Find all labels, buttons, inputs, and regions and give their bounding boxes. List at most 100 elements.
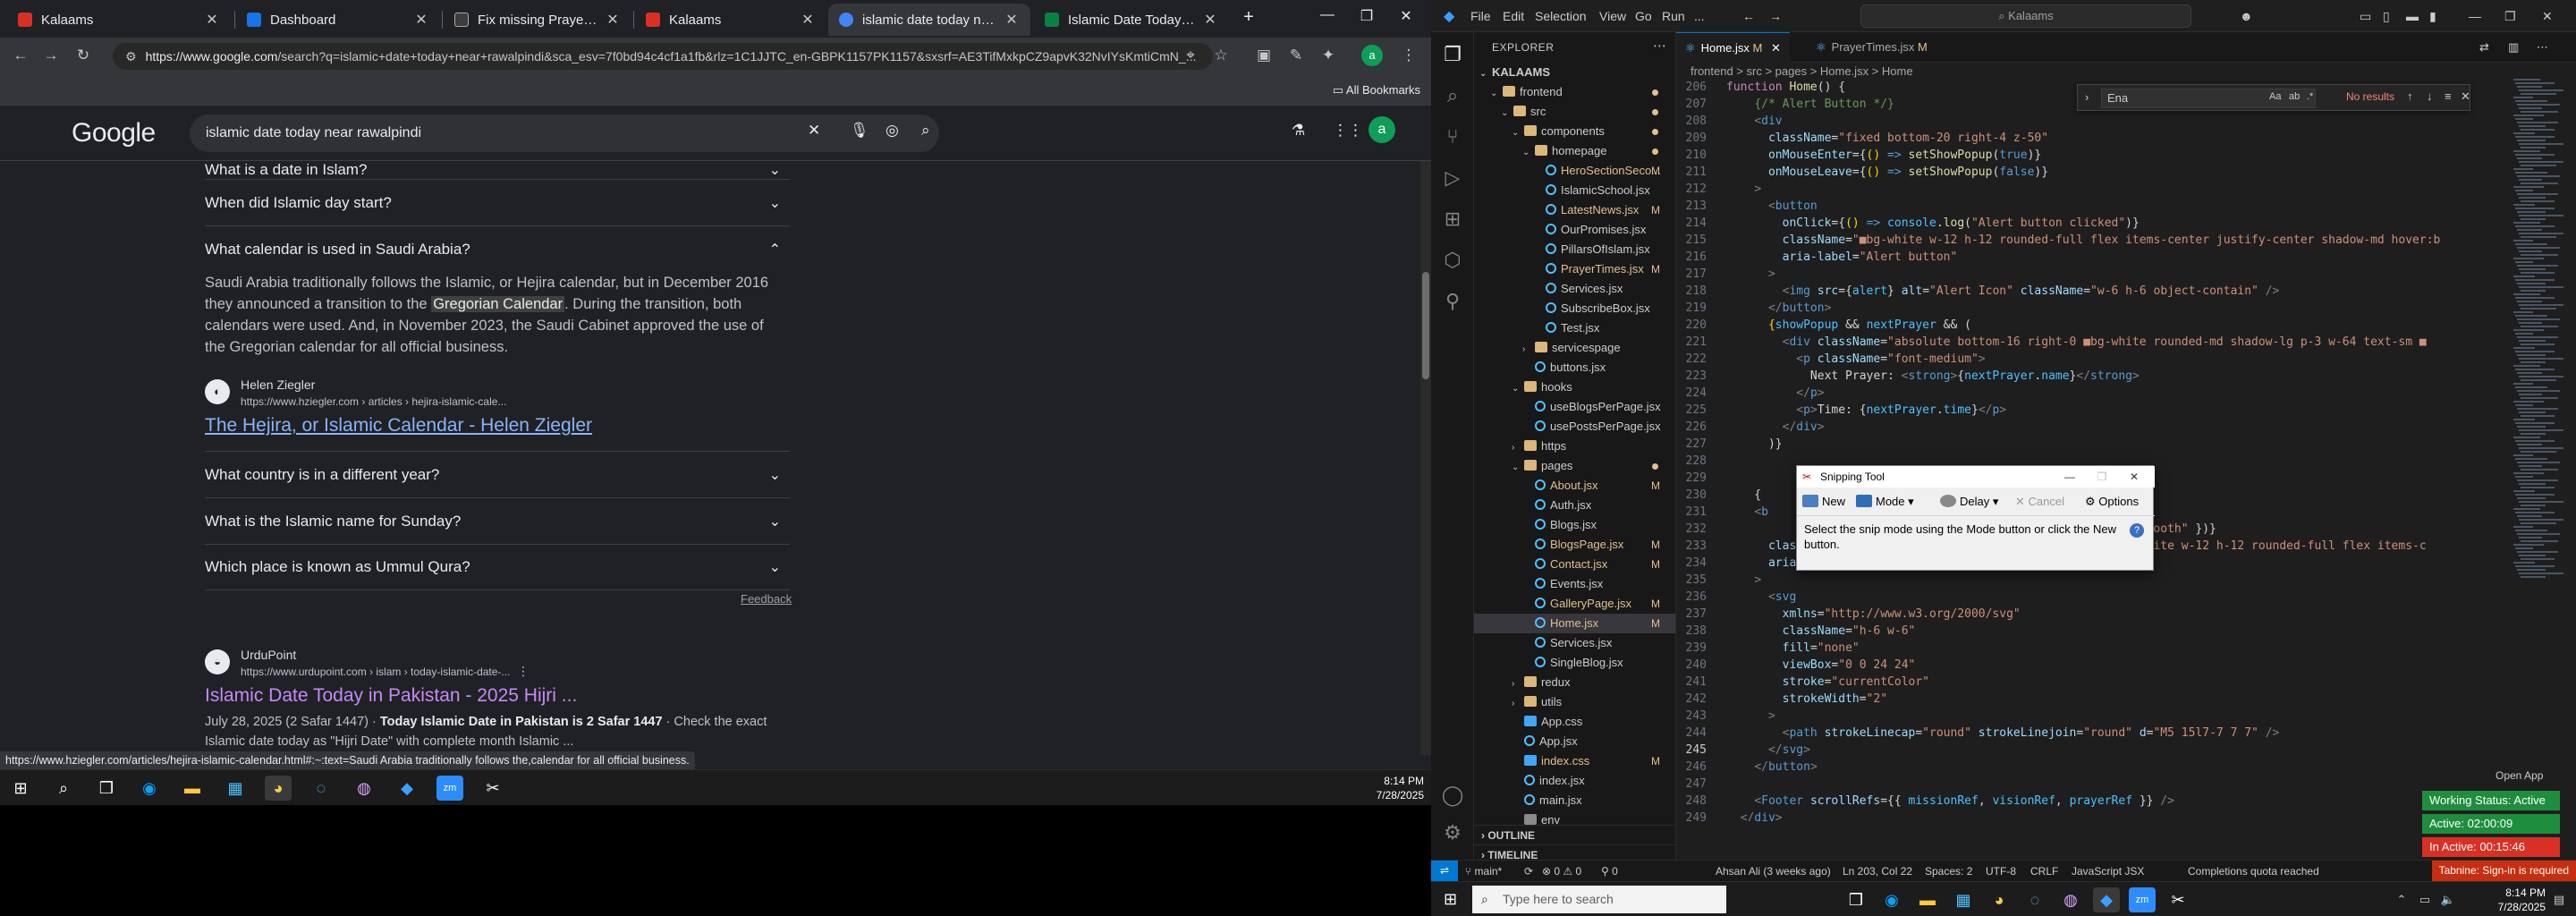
snipping-icon[interactable]: ✂ <box>2165 887 2191 912</box>
menu-file[interactable]: File <box>1470 9 1491 23</box>
account-icon[interactable]: ◯ <box>1441 784 1464 807</box>
app-icon[interactable]: ◌ <box>2021 887 2048 912</box>
tree-file[interactable]: OurPromises.jsx <box>1474 220 1675 240</box>
location-icon[interactable]: ⌖ <box>1179 47 1202 64</box>
clock[interactable]: 8:14 PM 7/28/2025 <box>1377 774 1424 802</box>
close-icon[interactable]: ✕ <box>2121 466 2148 488</box>
tree-file[interactable]: Home.jsx M <box>1474 614 1675 633</box>
edge-icon[interactable]: ◉ <box>136 776 163 801</box>
maximize-icon[interactable]: ❐ <box>2504 9 2516 24</box>
tree-folder[interactable]: ⌄ KALAAMS <box>1474 63 1675 82</box>
source-link[interactable]: The Hejira, or Islamic Calendar - Helen … <box>205 415 592 437</box>
all-bookmarks-button[interactable]: ▭ All Bookmarks <box>1333 83 1420 98</box>
more-actions-icon[interactable]: ⋯ <box>2528 32 2557 63</box>
tree-file[interactable]: PrayerTimes.jsx M <box>1474 259 1675 279</box>
tree-folder[interactable]: › redux <box>1474 673 1675 692</box>
close-window-icon[interactable]: ✕ <box>2542 9 2553 24</box>
mode-button[interactable]: Mode ▾ <box>1856 495 1914 509</box>
close-tab-icon[interactable]: ✕ <box>413 11 429 29</box>
encoding[interactable]: UTF-8 <box>1986 865 2016 878</box>
nav-forward-icon[interactable]: → <box>1769 9 1782 23</box>
back-icon[interactable]: ← <box>9 47 32 64</box>
toggle-sidebar-icon[interactable]: ▯ <box>2383 9 2390 24</box>
tree-folder[interactable]: ⌄ hooks <box>1474 377 1675 397</box>
toggle-panel-icon[interactable]: ▬ <box>2406 9 2419 23</box>
open-app-link[interactable]: Open App <box>2496 769 2543 782</box>
more-options-icon[interactable]: ⋮ <box>517 664 530 679</box>
tree-file[interactable]: useBlogsPerPage.jsx <box>1474 397 1675 417</box>
vscode-icon[interactable]: ◆ <box>2093 887 2120 912</box>
tree-file[interactable]: IslamicSchool.jsx <box>1474 181 1675 200</box>
tree-folder[interactable]: ⌄ homepage <box>1474 141 1675 161</box>
result-title-link[interactable]: Islamic Date Today in Pakistan - 2025 Hi… <box>205 685 577 707</box>
copilot-status[interactable]: Completions quota reached <box>2188 865 2319 878</box>
tab-dashboard[interactable]: Dashboard ✕ <box>236 4 440 36</box>
outline-section[interactable]: › OUTLINE <box>1474 825 1675 844</box>
tree-folder[interactable]: › https <box>1474 437 1675 456</box>
extensions-icon[interactable]: ⊞ <box>1441 208 1464 231</box>
testing-icon[interactable]: ⚲ <box>1441 290 1464 313</box>
tab-home-jsx[interactable]: ⚛ Home.jsx M ✕ <box>1676 32 1790 63</box>
tree-file[interactable]: HeroSectionSeco... M <box>1474 161 1675 181</box>
find-input[interactable]: Ena <box>2101 89 2316 108</box>
minimize-icon[interactable]: — <box>2469 9 2481 23</box>
tree-file[interactable]: LatestNews.jsx M <box>1474 200 1675 220</box>
tree-file[interactable]: Services.jsx <box>1474 279 1675 299</box>
chrome-icon[interactable]: ◕ <box>265 776 292 801</box>
site-info-icon[interactable]: ⚙ <box>125 49 137 64</box>
cursor-position[interactable]: Ln 203, Col 22 <box>1843 865 1912 878</box>
search-icon[interactable]: ⌕ <box>921 122 930 140</box>
close-tab-icon[interactable]: ✕ <box>1004 11 1020 29</box>
remote-icon[interactable]: ⬡ <box>1441 249 1464 272</box>
close-tab-icon[interactable]: ✕ <box>1202 11 1218 29</box>
tree-file[interactable]: buttons.jsx <box>1474 358 1675 377</box>
pen-icon[interactable]: ✎ <box>1284 47 1308 64</box>
command-center[interactable]: ⌕ Kalaams <box>1860 4 2191 28</box>
tree-file[interactable]: Auth.jsx <box>1474 496 1675 515</box>
file-explorer-icon[interactable]: ▬ <box>179 776 206 801</box>
scrollbar-thumb[interactable] <box>1422 272 1429 379</box>
task-view-icon[interactable]: ❒ <box>93 776 120 801</box>
close-tab-icon[interactable]: ✕ <box>800 11 816 29</box>
tree-folder[interactable]: ⌄ pages <box>1474 456 1675 476</box>
tree-folder[interactable]: ⌄ components <box>1474 122 1675 141</box>
lens-icon[interactable]: ◎ <box>886 122 899 140</box>
tree-file[interactable]: SingleBlog.jsx <box>1474 653 1675 673</box>
tree-folder[interactable]: ⌄ frontend <box>1474 82 1675 102</box>
zoom-icon[interactable]: zm <box>436 776 463 801</box>
menu-view[interactable]: View <box>1599 9 1626 23</box>
git-blame[interactable]: Ahsan Ali (3 weeks ago) <box>1716 865 1831 878</box>
bookmark-star-icon[interactable]: ☆ <box>1209 47 1233 64</box>
tab-islamic-date[interactable]: Islamic Date Today - Hijri Da✕ <box>1034 4 1229 36</box>
compare-icon[interactable]: ⇄ <box>2470 32 2498 63</box>
code-editor[interactable]: 206 function Home() {207 {/* Alert Button… <box>1676 79 2576 821</box>
forward-icon[interactable]: → <box>39 47 63 64</box>
taskbar-search[interactable]: ⌕ Type here to search <box>1472 886 1726 913</box>
faq-question[interactable]: What country is in a different year? ⌄ <box>205 451 790 497</box>
task-view-icon[interactable]: ❒ <box>1843 887 1869 912</box>
language-mode[interactable]: JavaScript JSX <box>2072 865 2144 878</box>
delay-button[interactable]: Delay ▾ <box>1940 495 1998 509</box>
close-tab-icon[interactable]: ✕ <box>605 11 621 29</box>
chrome-menu-icon[interactable]: ⋮ <box>1397 47 1420 64</box>
vscode-icon[interactable]: ◆ <box>394 776 420 801</box>
faq-question[interactable]: When did Islamic day start? ⌄ <box>205 179 790 225</box>
tab-kalaams-1[interactable]: Kalaams ✕ <box>7 4 231 36</box>
notifications-icon[interactable]: ▤ <box>2546 887 2572 912</box>
tree-file[interactable]: App.jsx <box>1474 732 1675 751</box>
feedback-link[interactable]: Feedback <box>741 592 792 606</box>
minimap[interactable] <box>2513 79 2567 821</box>
store-icon[interactable]: ▦ <box>222 776 249 801</box>
google-logo[interactable]: Google <box>72 118 156 148</box>
timeline-section[interactable]: › TIMELINE <box>1474 844 1675 860</box>
tree-folder[interactable]: ⌄ src <box>1474 102 1675 122</box>
help-icon[interactable]: ? <box>2130 523 2144 538</box>
volume-icon[interactable]: 🔈 <box>2435 887 2462 912</box>
account-avatar[interactable]: a <box>1368 116 1395 143</box>
tree-file[interactable]: index.css M <box>1474 751 1675 771</box>
tab-fix-missing[interactable]: Fix missing PrayerTimes comp✕ <box>444 4 631 36</box>
apps-grid-icon[interactable]: ⋮⋮ <box>1333 122 1363 140</box>
tab-kalaams-2[interactable]: Kalaams ✕ <box>635 4 826 36</box>
tree-file[interactable]: index.jsx <box>1474 771 1675 791</box>
more-actions-icon[interactable]: ⋯ <box>1653 38 1667 54</box>
